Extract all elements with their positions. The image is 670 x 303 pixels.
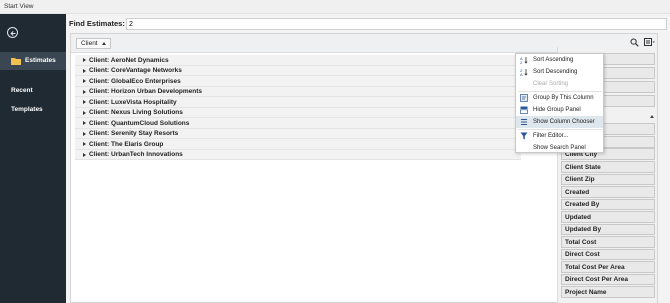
expand-icon: [83, 79, 86, 83]
sidebar-item-label: Templates: [11, 106, 43, 113]
sidebar-item-recent[interactable]: Recent: [0, 82, 66, 100]
group-rows: Client: AeroNet Dynamics Client: CoreVan…: [75, 55, 521, 160]
window-title: Start View: [4, 3, 34, 10]
column-chooser-item[interactable]: Direct Cost: [561, 248, 655, 260]
expand-icon: [83, 89, 86, 94]
column-chooser-item[interactable]: Created By: [561, 198, 655, 210]
table-row[interactable]: Client: Nexus Living Solutions: [75, 107, 521, 118]
table-row[interactable]: Client: Horizon Urban Developments: [75, 86, 521, 97]
sort-descending-icon: ZA: [520, 68, 528, 76]
column-chooser-item[interactable]: Client State: [561, 161, 655, 173]
find-label: Find Estimates:: [69, 19, 125, 28]
expand-icon: [83, 121, 86, 125]
group-chip-label: Client: [81, 40, 98, 47]
table-row[interactable]: Client: UrbanTech Innovations: [75, 149, 521, 160]
column-chooser-item[interactable]: Updated: [561, 211, 655, 223]
sort-ascending-icon: AZ: [520, 56, 528, 64]
title-bar: Start View: [0, 0, 670, 14]
search-icon[interactable]: [630, 38, 639, 47]
filter-icon: [520, 132, 528, 140]
svg-text:A: A: [520, 72, 523, 76]
table-row[interactable]: Client: QuantumCloud Solutions: [75, 118, 521, 129]
group-panel-icon: [520, 106, 528, 114]
expand-icon: [83, 131, 86, 136]
group-chip-client[interactable]: Client: [76, 38, 111, 49]
column-chooser-icon: [521, 118, 527, 126]
expand-icon: [83, 68, 86, 73]
expand-icon: [83, 110, 86, 115]
menu-item-show-search-panel[interactable]: Show Search Panel: [516, 142, 603, 154]
expand-icon: [83, 58, 86, 62]
table-row[interactable]: Client: GlobalEco Enterprises: [75, 76, 521, 87]
expand-icon: [83, 142, 86, 146]
column-chooser-item[interactable]: Updated By: [561, 223, 655, 235]
column-chooser-item[interactable]: Direct Cost Per Area: [561, 273, 655, 285]
expand-icon: [83, 100, 86, 104]
menu-item-sort-descending[interactable]: ZA Sort Descending: [516, 66, 603, 78]
table-row[interactable]: Client: Serenity Stay Resorts: [75, 128, 521, 139]
folder-icon: [11, 58, 21, 65]
menu-item-hide-group-panel[interactable]: Hide Group Panel: [516, 104, 603, 116]
sidebar-item-label: Estimates: [25, 57, 56, 64]
column-menu-icon[interactable]: [644, 38, 655, 47]
expand-icon: [83, 152, 86, 157]
sort-arrow-icon: [101, 41, 106, 45]
menu-item-group-by-column[interactable]: Group By This Column: [516, 92, 603, 104]
column-context-menu: AZ Sort Ascending ZA Sort Descending Cle…: [515, 53, 604, 153]
group-by-icon: [520, 94, 528, 102]
menu-item-filter-editor[interactable]: Filter Editor...: [516, 130, 603, 142]
column-chooser-item[interactable]: Total Cost Per Area: [561, 261, 655, 273]
table-row[interactable]: Client: CoreVantage Networks: [75, 65, 521, 76]
menu-item-clear-sorting[interactable]: Clear Sorting: [516, 78, 603, 90]
scroll-up-icon[interactable]: [650, 115, 654, 118]
column-chooser-item[interactable]: Total Cost: [561, 236, 655, 248]
find-estimates-input[interactable]: [126, 18, 667, 30]
column-chooser-item[interactable]: Created: [561, 186, 655, 198]
table-row[interactable]: Client: LuxeVista Hospitality: [75, 97, 521, 108]
column-chooser-item[interactable]: Client Zip: [561, 173, 655, 185]
sidebar-item-label: Recent: [11, 87, 33, 94]
sidebar-item-estimates[interactable]: Estimates: [0, 52, 66, 70]
column-chooser-item[interactable]: Project Name: [561, 286, 655, 298]
table-row[interactable]: Client: AeroNet Dynamics: [75, 55, 521, 66]
sidebar-item-templates[interactable]: Templates: [0, 101, 66, 119]
sidebar: Estimates Recent Templates: [0, 14, 66, 303]
table-row[interactable]: Client: The Elaris Group: [75, 139, 521, 150]
menu-item-show-column-chooser[interactable]: Show Column Chooser: [516, 116, 603, 128]
menu-item-sort-ascending[interactable]: AZ Sort Ascending: [516, 54, 603, 66]
back-arrow-icon[interactable]: [7, 27, 18, 38]
